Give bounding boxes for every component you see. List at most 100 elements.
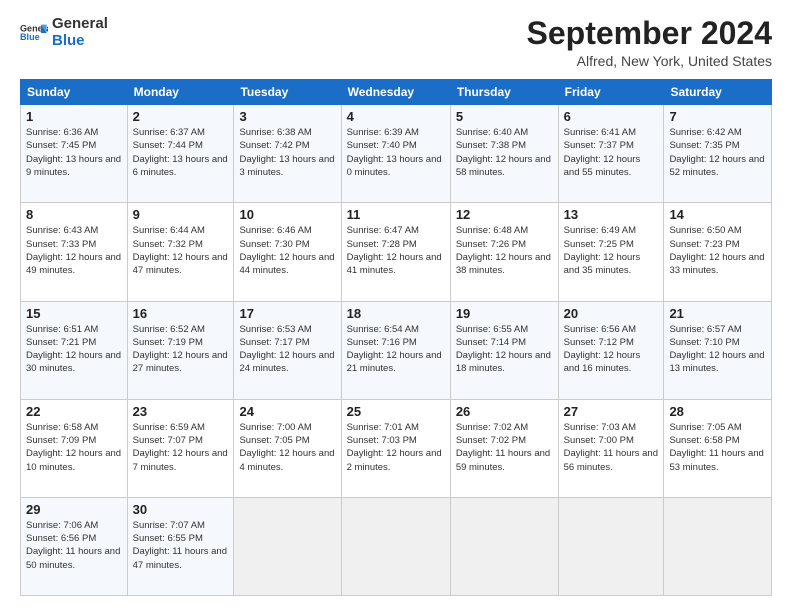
day-info: Sunrise: 7:02 AM Sunset: 7:02 PM Dayligh… xyxy=(456,421,553,474)
day-number: 24 xyxy=(239,404,335,419)
sunrise-label: Sunrise: 6:40 AM xyxy=(456,127,528,138)
day-info: Sunrise: 6:50 AM Sunset: 7:23 PM Dayligh… xyxy=(669,224,766,277)
day-info: Sunrise: 7:00 AM Sunset: 7:05 PM Dayligh… xyxy=(239,421,335,474)
day-info: Sunrise: 6:58 AM Sunset: 7:09 PM Dayligh… xyxy=(26,421,122,474)
sunrise-label: Sunrise: 6:43 AM xyxy=(26,225,98,236)
day-number: 3 xyxy=(239,109,335,124)
sunset-label: Sunset: 7:03 PM xyxy=(347,435,417,446)
sunrise-label: Sunrise: 6:41 AM xyxy=(564,127,636,138)
day-number: 21 xyxy=(669,306,766,321)
day-info: Sunrise: 6:55 AM Sunset: 7:14 PM Dayligh… xyxy=(456,323,553,376)
calendar-cell: 10 Sunrise: 6:46 AM Sunset: 7:30 PM Dayl… xyxy=(234,203,341,301)
day-number: 25 xyxy=(347,404,445,419)
daylight-label: Daylight: 12 hours and 24 minutes. xyxy=(239,350,334,374)
day-info: Sunrise: 6:41 AM Sunset: 7:37 PM Dayligh… xyxy=(564,126,659,179)
calendar-cell: 24 Sunrise: 7:00 AM Sunset: 7:05 PM Dayl… xyxy=(234,399,341,497)
day-info: Sunrise: 6:44 AM Sunset: 7:32 PM Dayligh… xyxy=(133,224,229,277)
sunrise-label: Sunrise: 6:59 AM xyxy=(133,422,205,433)
day-number: 30 xyxy=(133,502,229,517)
sunrise-label: Sunrise: 6:39 AM xyxy=(347,127,419,138)
calendar-cell: 15 Sunrise: 6:51 AM Sunset: 7:21 PM Dayl… xyxy=(21,301,128,399)
day-number: 10 xyxy=(239,207,335,222)
calendar-cell: 18 Sunrise: 6:54 AM Sunset: 7:16 PM Dayl… xyxy=(341,301,450,399)
logo-icon: General Blue xyxy=(20,19,48,47)
daylight-label: Daylight: 12 hours and 7 minutes. xyxy=(133,448,228,472)
sunset-label: Sunset: 7:19 PM xyxy=(133,337,203,348)
calendar-cell: 12 Sunrise: 6:48 AM Sunset: 7:26 PM Dayl… xyxy=(450,203,558,301)
calendar-cell: 13 Sunrise: 6:49 AM Sunset: 7:25 PM Dayl… xyxy=(558,203,664,301)
daylight-label: Daylight: 12 hours and 52 minutes. xyxy=(669,154,764,178)
day-number: 1 xyxy=(26,109,122,124)
day-number: 2 xyxy=(133,109,229,124)
sunset-label: Sunset: 7:00 PM xyxy=(564,435,634,446)
sunrise-label: Sunrise: 6:55 AM xyxy=(456,324,528,335)
sunset-label: Sunset: 7:21 PM xyxy=(26,337,96,348)
daylight-label: Daylight: 12 hours and 18 minutes. xyxy=(456,350,551,374)
day-number: 27 xyxy=(564,404,659,419)
sunset-label: Sunset: 7:28 PM xyxy=(347,239,417,250)
calendar-cell: 17 Sunrise: 6:53 AM Sunset: 7:17 PM Dayl… xyxy=(234,301,341,399)
calendar-week-3: 22 Sunrise: 6:58 AM Sunset: 7:09 PM Dayl… xyxy=(21,399,772,497)
sunrise-label: Sunrise: 6:46 AM xyxy=(239,225,311,236)
calendar-cell: 23 Sunrise: 6:59 AM Sunset: 7:07 PM Dayl… xyxy=(127,399,234,497)
daylight-label: Daylight: 12 hours and 10 minutes. xyxy=(26,448,121,472)
day-number: 6 xyxy=(564,109,659,124)
calendar-table: Sunday Monday Tuesday Wednesday Thursday… xyxy=(20,79,772,596)
daylight-label: Daylight: 13 hours and 0 minutes. xyxy=(347,154,442,178)
sunrise-label: Sunrise: 6:42 AM xyxy=(669,127,741,138)
sunset-label: Sunset: 6:55 PM xyxy=(133,533,203,544)
daylight-label: Daylight: 12 hours and 44 minutes. xyxy=(239,252,334,276)
day-number: 9 xyxy=(133,207,229,222)
sunset-label: Sunset: 7:45 PM xyxy=(26,140,96,151)
calendar-cell: 30 Sunrise: 7:07 AM Sunset: 6:55 PM Dayl… xyxy=(127,497,234,595)
sunrise-label: Sunrise: 7:07 AM xyxy=(133,520,205,531)
day-info: Sunrise: 6:39 AM Sunset: 7:40 PM Dayligh… xyxy=(347,126,445,179)
sunset-label: Sunset: 7:32 PM xyxy=(133,239,203,250)
day-info: Sunrise: 7:01 AM Sunset: 7:03 PM Dayligh… xyxy=(347,421,445,474)
day-number: 26 xyxy=(456,404,553,419)
daylight-label: Daylight: 12 hours and 30 minutes. xyxy=(26,350,121,374)
daylight-label: Daylight: 13 hours and 3 minutes. xyxy=(239,154,334,178)
day-info: Sunrise: 7:06 AM Sunset: 6:56 PM Dayligh… xyxy=(26,519,122,572)
calendar-cell: 16 Sunrise: 6:52 AM Sunset: 7:19 PM Dayl… xyxy=(127,301,234,399)
page: General Blue General Blue September 2024… xyxy=(0,0,792,612)
daylight-label: Daylight: 12 hours and 49 minutes. xyxy=(26,252,121,276)
calendar-cell: 9 Sunrise: 6:44 AM Sunset: 7:32 PM Dayli… xyxy=(127,203,234,301)
calendar-cell: 27 Sunrise: 7:03 AM Sunset: 7:00 PM Dayl… xyxy=(558,399,664,497)
day-info: Sunrise: 7:05 AM Sunset: 6:58 PM Dayligh… xyxy=(669,421,766,474)
weekday-tuesday: Tuesday xyxy=(234,80,341,105)
sunset-label: Sunset: 6:58 PM xyxy=(669,435,739,446)
day-info: Sunrise: 6:52 AM Sunset: 7:19 PM Dayligh… xyxy=(133,323,229,376)
sunrise-label: Sunrise: 6:48 AM xyxy=(456,225,528,236)
day-info: Sunrise: 7:03 AM Sunset: 7:00 PM Dayligh… xyxy=(564,421,659,474)
calendar-cell xyxy=(664,497,772,595)
day-number: 5 xyxy=(456,109,553,124)
daylight-label: Daylight: 11 hours and 53 minutes. xyxy=(669,448,763,472)
daylight-label: Daylight: 12 hours and 13 minutes. xyxy=(669,350,764,374)
day-number: 22 xyxy=(26,404,122,419)
day-info: Sunrise: 6:51 AM Sunset: 7:21 PM Dayligh… xyxy=(26,323,122,376)
sunset-label: Sunset: 7:40 PM xyxy=(347,140,417,151)
calendar-cell: 22 Sunrise: 6:58 AM Sunset: 7:09 PM Dayl… xyxy=(21,399,128,497)
calendar-week-4: 29 Sunrise: 7:06 AM Sunset: 6:56 PM Dayl… xyxy=(21,497,772,595)
calendar-cell: 25 Sunrise: 7:01 AM Sunset: 7:03 PM Dayl… xyxy=(341,399,450,497)
day-info: Sunrise: 6:57 AM Sunset: 7:10 PM Dayligh… xyxy=(669,323,766,376)
logo: General Blue General Blue xyxy=(20,16,108,49)
day-number: 16 xyxy=(133,306,229,321)
daylight-label: Daylight: 12 hours and 41 minutes. xyxy=(347,252,442,276)
logo-general-text: General xyxy=(52,16,108,33)
day-number: 7 xyxy=(669,109,766,124)
day-number: 13 xyxy=(564,207,659,222)
day-number: 19 xyxy=(456,306,553,321)
daylight-label: Daylight: 12 hours and 47 minutes. xyxy=(133,252,228,276)
day-number: 8 xyxy=(26,207,122,222)
sunrise-label: Sunrise: 6:47 AM xyxy=(347,225,419,236)
daylight-label: Daylight: 12 hours and 55 minutes. xyxy=(564,154,641,178)
day-info: Sunrise: 6:49 AM Sunset: 7:25 PM Dayligh… xyxy=(564,224,659,277)
sunrise-label: Sunrise: 6:44 AM xyxy=(133,225,205,236)
calendar-cell: 2 Sunrise: 6:37 AM Sunset: 7:44 PM Dayli… xyxy=(127,105,234,203)
calendar-cell: 20 Sunrise: 6:56 AM Sunset: 7:12 PM Dayl… xyxy=(558,301,664,399)
sunset-label: Sunset: 7:12 PM xyxy=(564,337,634,348)
daylight-label: Daylight: 12 hours and 2 minutes. xyxy=(347,448,442,472)
calendar-cell: 11 Sunrise: 6:47 AM Sunset: 7:28 PM Dayl… xyxy=(341,203,450,301)
